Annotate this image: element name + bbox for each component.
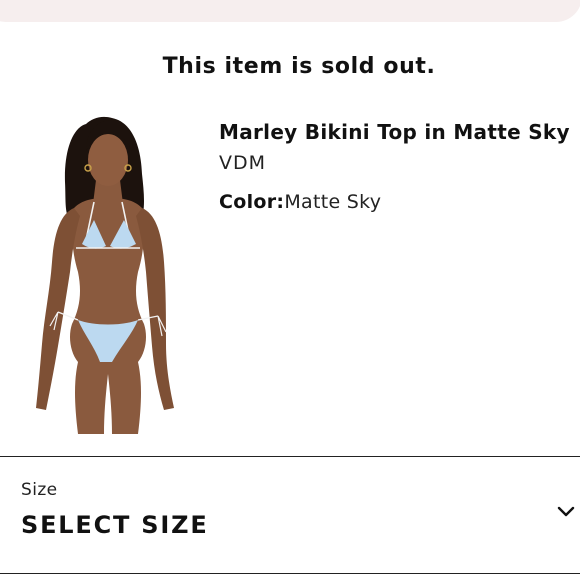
top-banner [0,0,580,22]
size-value: SELECT SIZE [21,511,209,539]
size-selector[interactable]: Size SELECT SIZE [0,456,580,574]
product-name[interactable]: Marley Bikini Top in Matte Sky [219,118,580,146]
product-info: Marley Bikini Top in Matte Sky VDM Color… [219,118,580,215]
product-image[interactable] [20,112,196,434]
product-color: Color:Matte Sky [219,189,580,215]
product-page: This item is sold out. Marley Bikini Top… [0,0,580,580]
chevron-down-icon[interactable] [556,505,576,519]
size-label: Size [21,480,58,500]
color-label: Color: [219,191,285,213]
color-value: Matte Sky [284,191,382,213]
model-figure [36,116,174,434]
sold-out-message: This item is sold out. [162,54,436,79]
product-brand[interactable]: VDM [219,150,580,176]
